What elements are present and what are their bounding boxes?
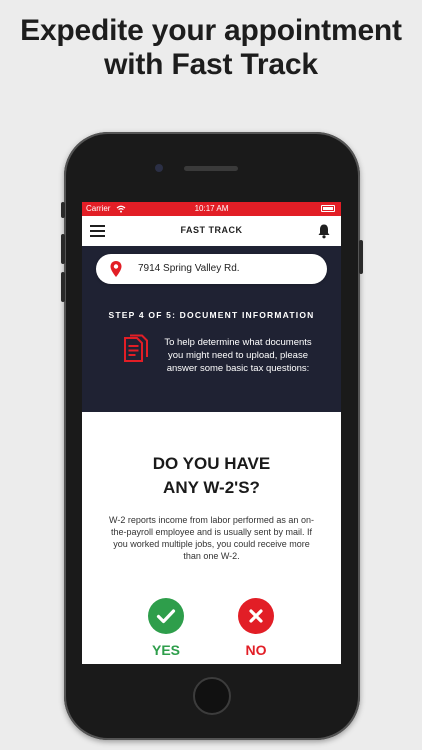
headline-line-1: Expedite your appointment: [20, 14, 402, 47]
volume-down-button: [61, 272, 65, 302]
no-button[interactable]: NO: [236, 598, 276, 658]
status-bar: Carrier 10:17 AM: [82, 202, 341, 216]
front-camera: [155, 164, 163, 172]
yes-circle: [148, 598, 184, 634]
address-text: 7914 Spring Valley Rd.: [138, 263, 240, 274]
check-icon: [156, 609, 176, 624]
yes-label: YES: [151, 642, 180, 658]
close-icon: [249, 609, 263, 623]
marketing-headline: Expedite your appointment with Fast Trac…: [0, 14, 422, 82]
headline-line-2: with Fast Track: [104, 48, 318, 81]
volume-up-button: [61, 234, 65, 264]
home-button[interactable]: [193, 677, 231, 715]
map-pin-icon: [110, 261, 122, 277]
earpiece-speaker: [184, 166, 238, 171]
address-field[interactable]: 7914 Spring Valley Rd.: [96, 254, 327, 284]
app-screen: Carrier 10:17 AM FAST TRACK 7914 Spring …: [82, 202, 341, 664]
battery-icon: [321, 205, 335, 212]
documents-icon: [124, 334, 148, 362]
question-line-1: DO YOU HAVE: [152, 454, 271, 473]
yes-button[interactable]: YES: [146, 598, 186, 658]
no-label: NO: [245, 642, 267, 658]
nav-title: FAST TRACK: [180, 225, 243, 235]
step-panel: 7914 Spring Valley Rd. STEP 4 OF 5: DOCU…: [82, 246, 341, 412]
question-line-2: ANY W-2'S?: [163, 478, 260, 497]
nav-bar: FAST TRACK: [82, 216, 341, 247]
question-heading: DO YOU HAVE ANY W-2'S?: [82, 452, 341, 500]
help-text: To help determine what documents you mig…: [164, 337, 312, 374]
mute-switch: [61, 202, 65, 218]
bell-icon[interactable]: [317, 223, 331, 239]
status-time: 10:17 AM: [194, 204, 229, 213]
question-description: W-2 reports income from labor performed …: [109, 515, 314, 561]
step-label: STEP 4 OF 5: DOCUMENT INFORMATION: [108, 310, 315, 320]
power-button: [359, 240, 363, 274]
no-circle: [238, 598, 274, 634]
